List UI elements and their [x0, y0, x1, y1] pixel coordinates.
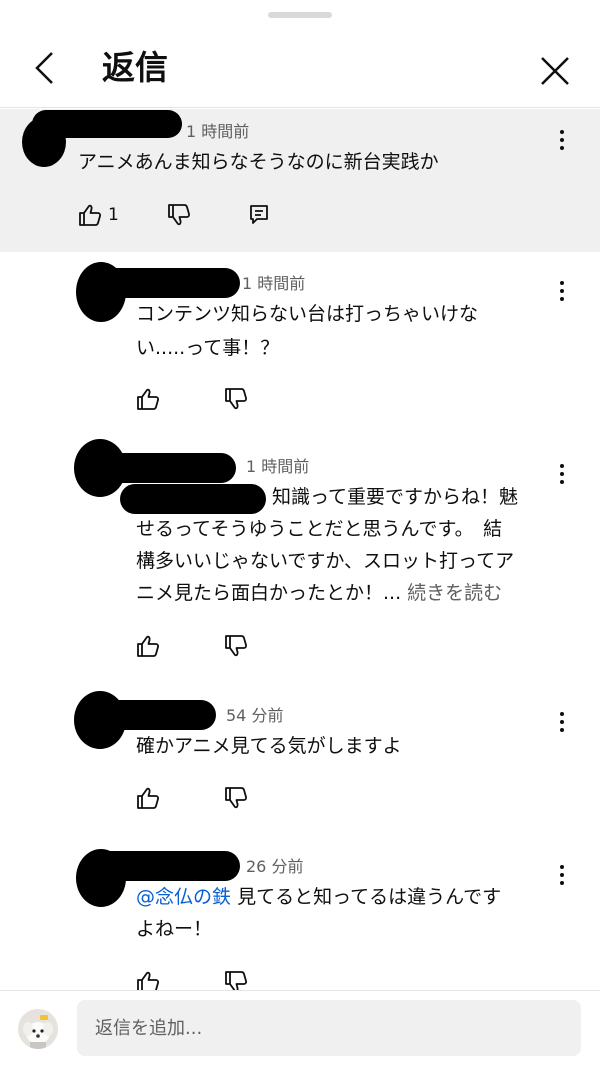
more-options-button[interactable]	[550, 860, 574, 890]
comment-text-line: コンテンツ知らない台は打っちゃいけな	[136, 303, 479, 325]
dog-avatar-icon	[18, 1009, 58, 1049]
comment-text-line: よねー！	[136, 918, 213, 940]
page-title: 返信	[102, 48, 168, 87]
reply-input[interactable]	[77, 1000, 581, 1056]
dislike-button[interactable]	[224, 787, 248, 809]
like-button[interactable]	[136, 787, 160, 809]
thumb-up-icon	[79, 204, 102, 226]
reply-comment: 26 分前 @念仏の鉄 見てると知ってるは違うんです よねー！	[0, 837, 600, 990]
author-name	[90, 851, 240, 881]
dislike-button[interactable]	[224, 971, 248, 990]
comment-text-line: せるってそうゆうことだと思うんです。 結	[136, 518, 503, 540]
reply-comment: 1 時間前 コンテンツ知らない台は打っちゃいけな い.....って事！？	[0, 252, 600, 437]
like-button[interactable]: 1	[78, 204, 119, 226]
more-options-button[interactable]	[550, 459, 574, 489]
chevron-left-icon	[35, 52, 53, 84]
more-options-button[interactable]	[550, 125, 574, 155]
thumb-up-icon	[137, 971, 160, 990]
comment-text-line: ニメ見たら面白かったとか！... 続きを読む	[136, 578, 502, 608]
comment-time: 1 時間前	[186, 122, 250, 141]
comment-text: 見てると知ってるは違うんです	[237, 886, 502, 908]
more-options-button[interactable]	[550, 707, 574, 737]
comment-text: アニメあんま知らなそうなのに新台実践か	[78, 151, 439, 173]
comment-highlighted: 1 時間前 アニメあんま知らなそうなのに新台実践か 1	[0, 109, 600, 252]
author-name	[90, 268, 240, 298]
dislike-button[interactable]	[167, 204, 191, 226]
thumb-down-icon	[225, 971, 248, 990]
comment-time: 54 分前	[226, 706, 284, 725]
drag-handle[interactable]	[268, 12, 332, 18]
comment-time: 1 時間前	[242, 274, 306, 293]
like-count: 1	[108, 205, 119, 225]
comment-time: 1 時間前	[246, 457, 310, 476]
reply-button[interactable]	[249, 204, 269, 226]
reply-comment: 54 分前 確かアニメ見てる気がしますよ	[0, 687, 600, 837]
avatar	[18, 1009, 58, 1049]
thumb-up-icon	[137, 787, 160, 809]
back-button[interactable]	[24, 48, 64, 88]
thumb-down-icon	[225, 635, 248, 657]
thumb-down-icon	[225, 787, 248, 809]
dislike-button[interactable]	[224, 635, 248, 657]
reply-comment: 1 時間前 知識って重要ですからね！魅 せるってそうゆうことだと思うんです。 結…	[0, 437, 600, 687]
comment-text-line: 構多いいじゃないですか、スロット打ってア	[136, 550, 515, 572]
read-more-link[interactable]: 続きを読む	[407, 582, 502, 604]
comment-text-line: い.....って事！？	[136, 337, 280, 359]
comment-text-line: 知識って重要ですからね！魅	[272, 486, 519, 508]
comment-text: 確かアニメ見てる気がしますよ	[136, 735, 402, 757]
thumb-down-icon	[225, 388, 248, 410]
mention-redacted	[120, 484, 266, 514]
comment-text-tail: ニメ見たら面白かったとか！...	[136, 582, 402, 604]
author-name	[32, 110, 182, 138]
like-button[interactable]	[136, 388, 160, 410]
more-options-button[interactable]	[550, 276, 574, 306]
dislike-button[interactable]	[224, 388, 248, 410]
like-button[interactable]	[136, 971, 160, 990]
reply-footer	[0, 990, 600, 1066]
comment-text-line: @念仏の鉄 見てると知ってるは違うんです	[136, 882, 501, 912]
header: 返信	[0, 30, 600, 108]
close-button[interactable]	[532, 48, 578, 94]
author-name	[86, 700, 216, 730]
comment-time: 26 分前	[246, 857, 304, 876]
like-button[interactable]	[136, 635, 160, 657]
mention-link[interactable]: @念仏の鉄	[136, 886, 231, 908]
thumb-up-icon	[137, 388, 160, 410]
author-name	[88, 453, 236, 483]
thumb-up-icon	[137, 635, 160, 657]
reply-comment-icon	[250, 205, 268, 224]
close-icon	[541, 57, 569, 85]
thumb-down-icon	[168, 204, 191, 226]
